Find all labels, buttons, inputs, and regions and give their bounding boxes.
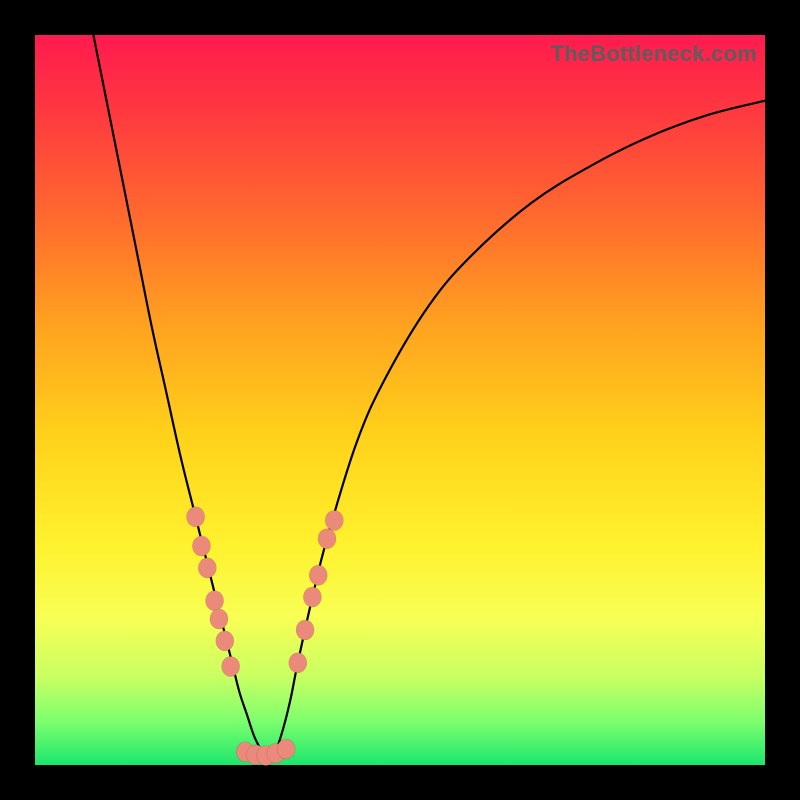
- chart-frame: TheBottleneck.com: [0, 0, 800, 800]
- data-dot: [296, 620, 314, 640]
- data-dot: [206, 591, 224, 611]
- data-dot: [277, 739, 295, 759]
- data-dot: [198, 558, 216, 578]
- data-dot: [325, 510, 343, 530]
- data-dot: [289, 653, 307, 673]
- data-dot: [187, 507, 205, 527]
- data-dot: [210, 609, 228, 629]
- data-dot: [222, 656, 240, 676]
- dots-group: [187, 507, 344, 766]
- data-dot: [303, 587, 321, 607]
- curve-group: [93, 35, 765, 761]
- data-dot: [192, 536, 210, 556]
- data-dot: [216, 631, 234, 651]
- chart-svg: [35, 35, 765, 765]
- chart-plot-area: TheBottleneck.com: [35, 35, 765, 765]
- curve-right-curve: [269, 101, 765, 762]
- curve-left-curve: [93, 35, 268, 761]
- data-dot: [309, 565, 327, 585]
- data-dot: [318, 529, 336, 549]
